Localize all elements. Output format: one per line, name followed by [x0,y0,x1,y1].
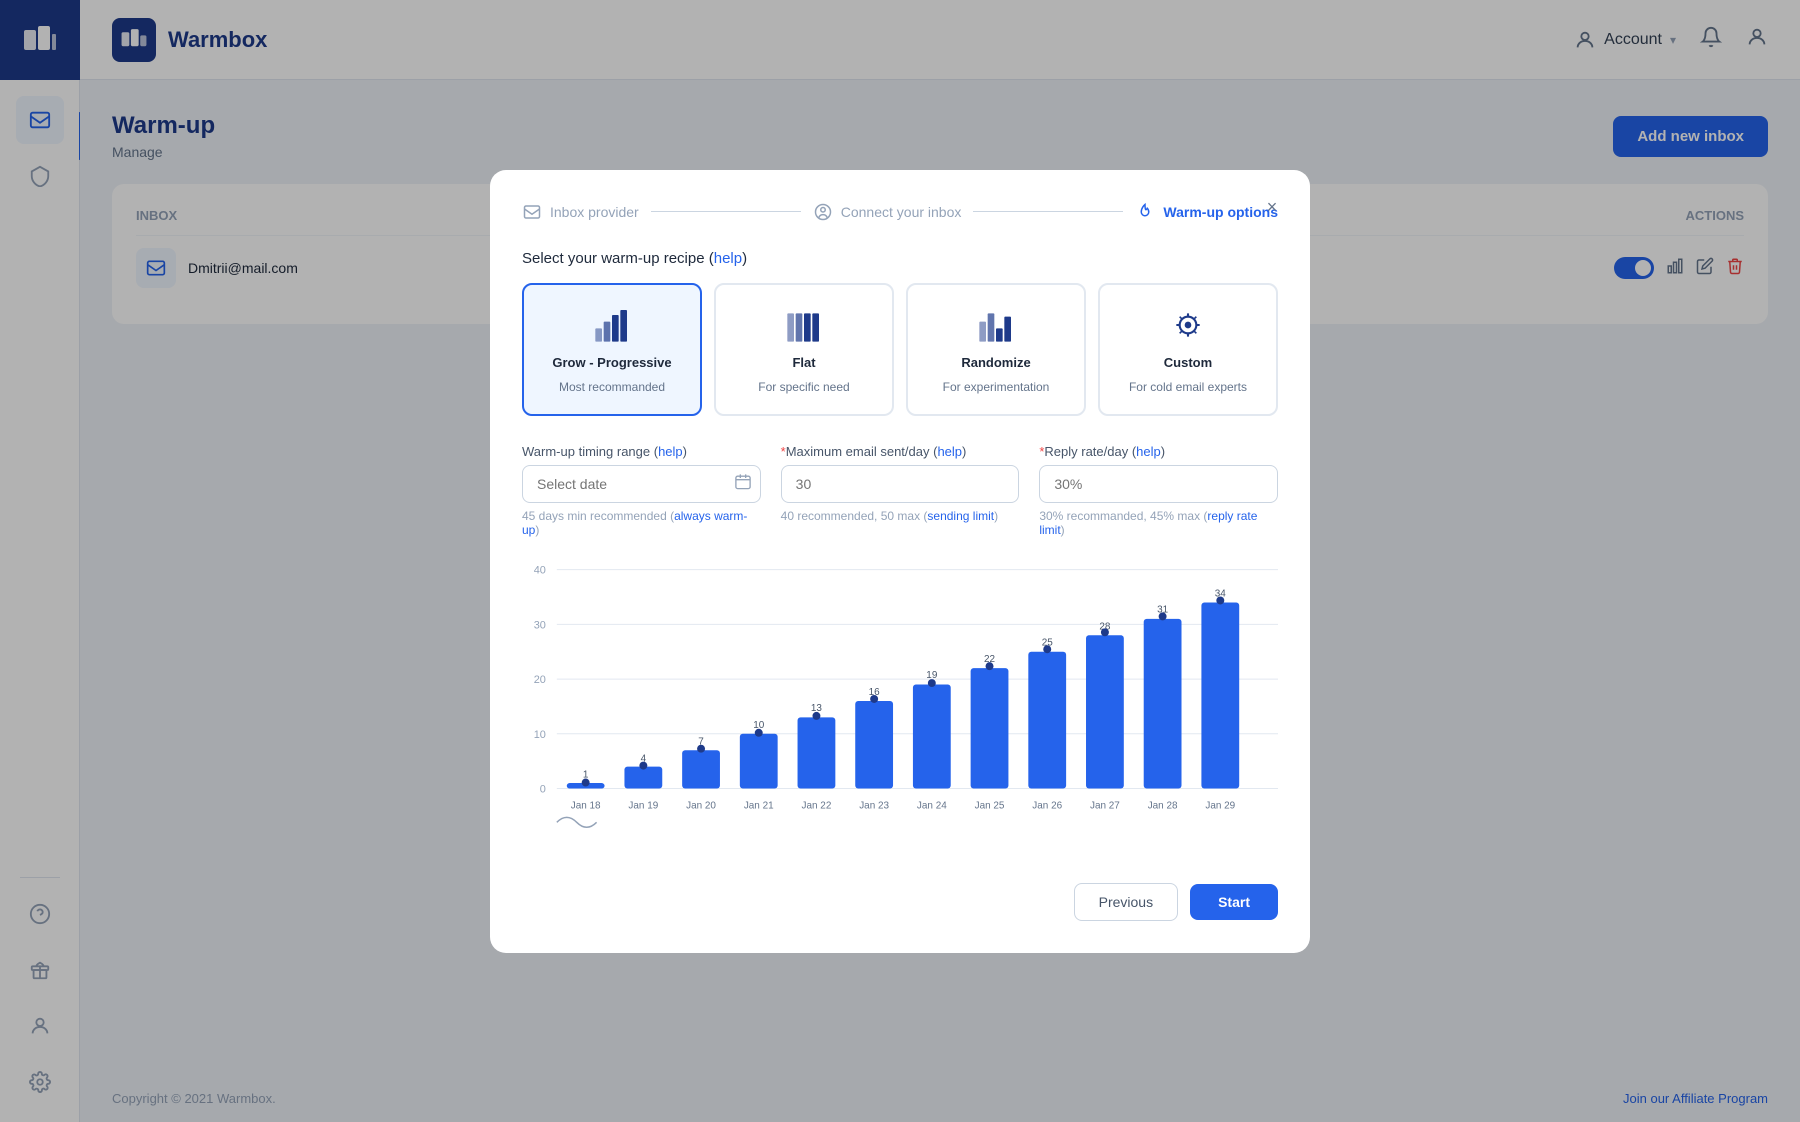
bar-jan27 [1086,635,1124,788]
recipe-custom-name: Custom [1164,355,1212,370]
timing-label: Warm-up timing range (help) [522,444,761,459]
dot-jan21 [755,728,763,736]
svg-text:Jan 27: Jan 27 [1090,800,1120,811]
svg-text:Jan 20: Jan 20 [686,800,716,811]
mail-icon [522,202,542,222]
reply-rate-group: *Reply rate/day (help) 30% recommanded, … [1039,444,1278,537]
recipe-randomize-name: Randomize [961,355,1030,370]
step-inbox-provider-label: Inbox provider [550,204,639,220]
dot-jan18 [582,778,590,786]
recipe-grow-desc: Most recommanded [559,380,665,394]
dot-jan26 [1043,645,1051,653]
user-circle-icon [813,202,833,222]
recipe-card-grow[interactable]: Grow - Progressive Most recommanded [522,283,702,416]
recipe-grow-name: Grow - Progressive [552,355,671,370]
recipe-card-randomize[interactable]: Randomize For experimentation [906,283,1086,416]
dot-jan20 [697,744,705,752]
dot-jan23 [870,694,878,702]
svg-text:Jan 26: Jan 26 [1032,800,1062,811]
bar-jan28 [1144,618,1182,788]
modal-close-button[interactable]: × [1258,194,1286,222]
recipe-custom-desc: For cold email experts [1129,380,1247,394]
bar-jan29 [1201,602,1239,788]
svg-text:Jan 22: Jan 22 [802,800,832,811]
recipe-flat-desc: For specific need [758,380,849,394]
dot-jan22 [812,711,820,719]
timing-help-link[interactable]: help [658,444,683,459]
warmup-chart: 40 30 20 10 0 1 4 [522,553,1278,833]
warmup-form-row: Warm-up timing range (help) 45 days min … [522,444,1278,537]
svg-text:Jan 25: Jan 25 [975,800,1005,811]
timing-group: Warm-up timing range (help) 45 days min … [522,444,761,537]
bar-jan23 [855,700,893,788]
max-email-hint: 40 recommended, 50 max (sending limit) [781,509,1020,523]
bar-jan19 [624,766,662,788]
bar-jan24 [913,684,951,788]
step-connect-inbox-label: Connect your inbox [841,204,962,220]
dot-jan28 [1159,612,1167,620]
dot-jan19 [639,761,647,769]
bar-jan21 [740,733,778,788]
recipe-grid: Grow - Progressive Most recommanded Flat… [522,283,1278,416]
recipe-section-title: Select your warm-up recipe (help) [522,250,1278,267]
dot-jan24 [928,679,936,687]
svg-text:Jan 28: Jan 28 [1148,800,1178,811]
step-inbox-provider: Inbox provider [522,202,639,222]
flame-icon [1135,202,1155,222]
reply-rate-help-link[interactable]: help [1136,444,1161,459]
svg-text:Jan 18: Jan 18 [571,800,601,811]
max-email-input[interactable] [781,465,1020,503]
chart-area: 40 30 20 10 0 1 4 [522,553,1278,863]
reply-rate-input[interactable] [1039,465,1278,503]
recipe-card-custom[interactable]: Custom For cold email experts [1098,283,1278,416]
dot-jan25 [986,662,994,670]
dot-jan27 [1101,628,1109,636]
sending-limit-link[interactable]: sending limit [927,509,994,523]
bar-jan26 [1028,651,1066,788]
bar-jan25 [971,668,1009,788]
reply-rate-limit-link[interactable]: reply rate limit [1039,509,1257,537]
timing-date-input[interactable] [522,465,761,503]
svg-text:Jan 19: Jan 19 [628,800,658,811]
start-button[interactable]: Start [1190,884,1278,920]
calendar-icon [735,473,751,494]
svg-text:20: 20 [534,674,546,686]
svg-text:10: 10 [534,728,546,740]
modal-stepper: Inbox provider Connect your inbox Wa [522,202,1278,222]
recipe-help-link[interactable]: help [714,250,742,267]
max-email-help-link[interactable]: help [937,444,962,459]
step-line-1 [651,211,801,212]
step-connect-inbox: Connect your inbox [813,202,962,222]
svg-text:40: 40 [534,564,546,576]
reply-rate-label: *Reply rate/day (help) [1039,444,1278,459]
warmup-options-modal: × Inbox provider Connect your inbox [490,170,1310,953]
reply-rate-hint: 30% recommanded, 45% max (reply rate lim… [1039,509,1278,537]
dot-jan29 [1216,596,1224,604]
svg-text:Jan 21: Jan 21 [744,800,774,811]
always-warmup-link[interactable]: always warm-up [522,509,747,537]
timing-hint: 45 days min recommended (always warm-up) [522,509,761,537]
svg-text:Jan 24: Jan 24 [917,800,947,811]
svg-text:Jan 23: Jan 23 [859,800,889,811]
modal-footer: Previous Start [522,883,1278,921]
step-warmup-options: Warm-up options [1135,202,1278,222]
previous-button[interactable]: Previous [1074,883,1178,921]
recipe-flat-name: Flat [792,355,815,370]
recipe-card-flat[interactable]: Flat For specific need [714,283,894,416]
modal-overlay: × Inbox provider Connect your inbox [0,0,1800,1122]
svg-text:0: 0 [540,783,546,795]
svg-text:Jan 29: Jan 29 [1205,800,1235,811]
timing-input-wrapper [522,465,761,503]
max-email-group: *Maximum email sent/day (help) 40 recomm… [781,444,1020,537]
bar-jan22 [798,717,836,788]
max-email-label: *Maximum email sent/day (help) [781,444,1020,459]
svg-text:30: 30 [534,619,546,631]
bar-jan20 [682,750,720,788]
recipe-randomize-desc: For experimentation [943,380,1050,394]
step-line-2 [973,211,1123,212]
